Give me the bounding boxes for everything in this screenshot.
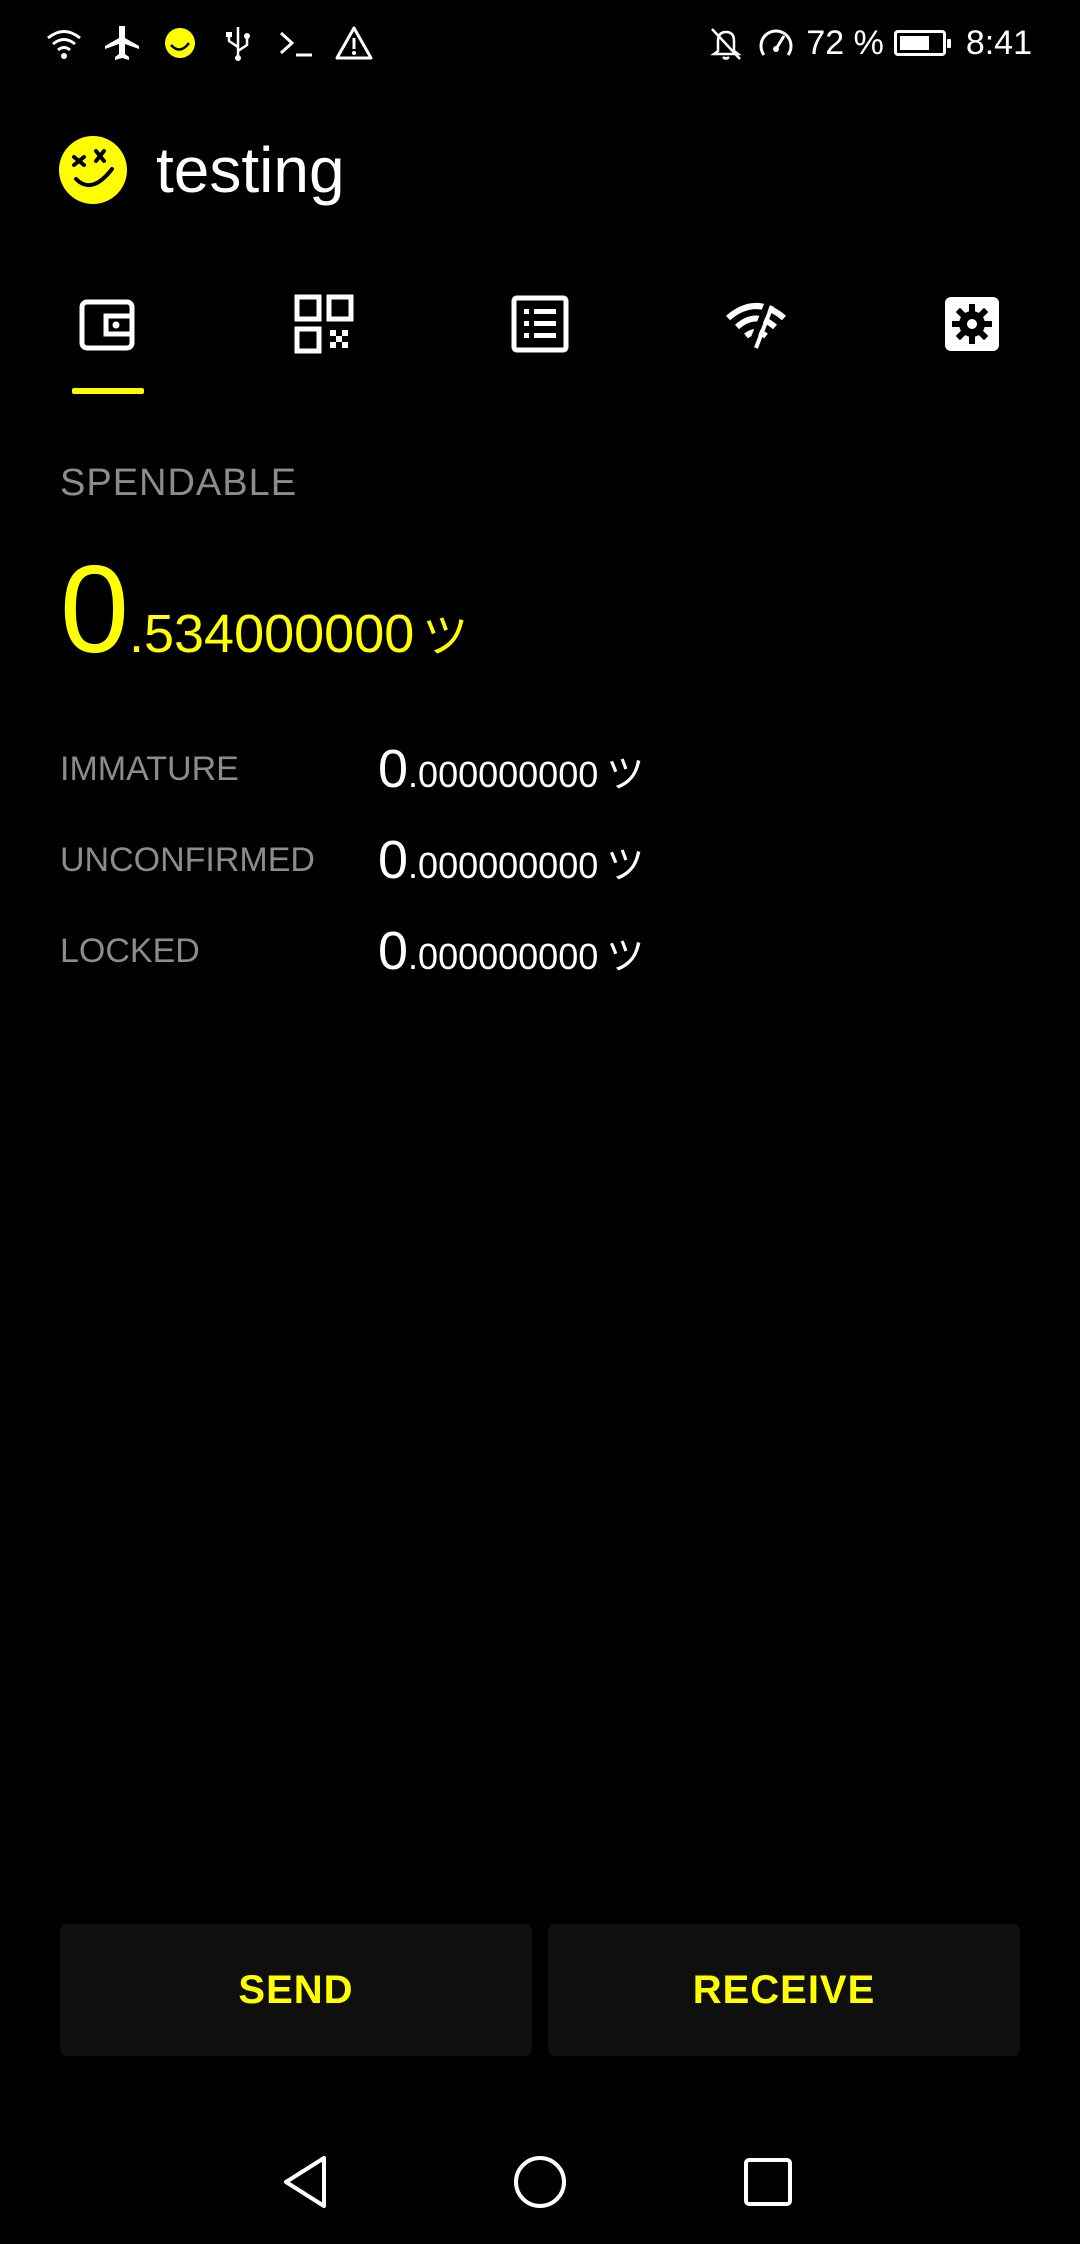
balance-fraction: .000000000 — [408, 845, 599, 886]
balance-label: IMMATURE — [60, 750, 239, 788]
balance-fraction: .000000000 — [408, 936, 599, 977]
status-right-icons: 72 % 8:41 — [706, 20, 1032, 66]
usb-icon — [226, 27, 250, 61]
currency-unit: ツ — [606, 845, 645, 887]
speedometer-icon — [759, 29, 793, 56]
currency-unit: ツ — [422, 610, 469, 662]
currency-unit: ツ — [606, 754, 645, 796]
tab-wallet[interactable] — [48, 280, 168, 400]
battery-level-fill — [899, 36, 929, 50]
notifications-off-icon — [710, 28, 743, 60]
terminal-icon — [279, 31, 312, 57]
wallet-screen: 72 % 8:41 testing SPENDABLE 0.534000000 … — [0, 0, 1080, 2244]
balance-row-unconfirmed: UNCONFIRMED 0.000000000 ツ — [60, 829, 1020, 899]
battery-charging-icon — [893, 30, 951, 56]
back-icon[interactable] — [278, 2152, 338, 2212]
spendable-integer: 0 — [60, 541, 129, 679]
airplane-icon — [105, 26, 139, 60]
home-icon[interactable] — [510, 2152, 570, 2212]
battery-percent: 72 % — [806, 23, 884, 62]
balance-value: 0.000000000 ツ — [378, 920, 644, 982]
balance-integer: 0 — [378, 830, 409, 890]
send-button[interactable]: SEND — [60, 1924, 532, 2056]
wallet-icon — [79, 299, 135, 351]
tab-network[interactable] — [696, 280, 816, 400]
status-left-icons — [44, 20, 374, 66]
balance-row-locked: LOCKED 0.000000000 ツ — [60, 920, 1020, 990]
list-icon — [511, 295, 569, 353]
smiley-logo-icon — [59, 136, 127, 204]
gear-icon — [945, 297, 999, 351]
balance-value: 0.000000000 ツ — [378, 738, 644, 800]
balance-label: LOCKED — [60, 932, 200, 970]
wifi-icon — [47, 30, 81, 59]
currency-unit: ツ — [606, 936, 645, 978]
balance-integer: 0 — [378, 739, 409, 799]
app-header: testing — [58, 130, 345, 210]
receive-button[interactable]: RECEIVE — [548, 1924, 1020, 2056]
status-bar: 72 % 8:41 — [0, 0, 1080, 86]
balance-integer: 0 — [378, 921, 409, 981]
tab-bar — [0, 280, 1080, 400]
spendable-fraction: .534000000 — [128, 604, 415, 664]
tab-transactions[interactable] — [480, 280, 600, 400]
wifi-off-icon — [726, 300, 786, 350]
active-tab-indicator — [72, 388, 144, 394]
system-nav-bar — [0, 2130, 1080, 2230]
balance-label: UNCONFIRMED — [60, 841, 315, 879]
qr-code-icon — [294, 294, 354, 354]
spendable-amount: 0.534000000 ツ — [60, 548, 468, 672]
clock: 8:41 — [965, 23, 1032, 62]
app-smiley-icon — [165, 28, 195, 58]
balance-row-immature: IMMATURE 0.000000000 ツ — [60, 738, 1020, 808]
warning-icon — [335, 26, 373, 60]
balance-value: 0.000000000 ツ — [378, 829, 644, 891]
tab-settings[interactable] — [912, 280, 1032, 400]
spendable-label: SPENDABLE — [60, 462, 298, 504]
recents-icon[interactable] — [738, 2152, 798, 2212]
wallet-name-title: testing — [156, 134, 345, 206]
balance-fraction: .000000000 — [408, 754, 599, 795]
tab-qr-code[interactable] — [264, 280, 384, 400]
